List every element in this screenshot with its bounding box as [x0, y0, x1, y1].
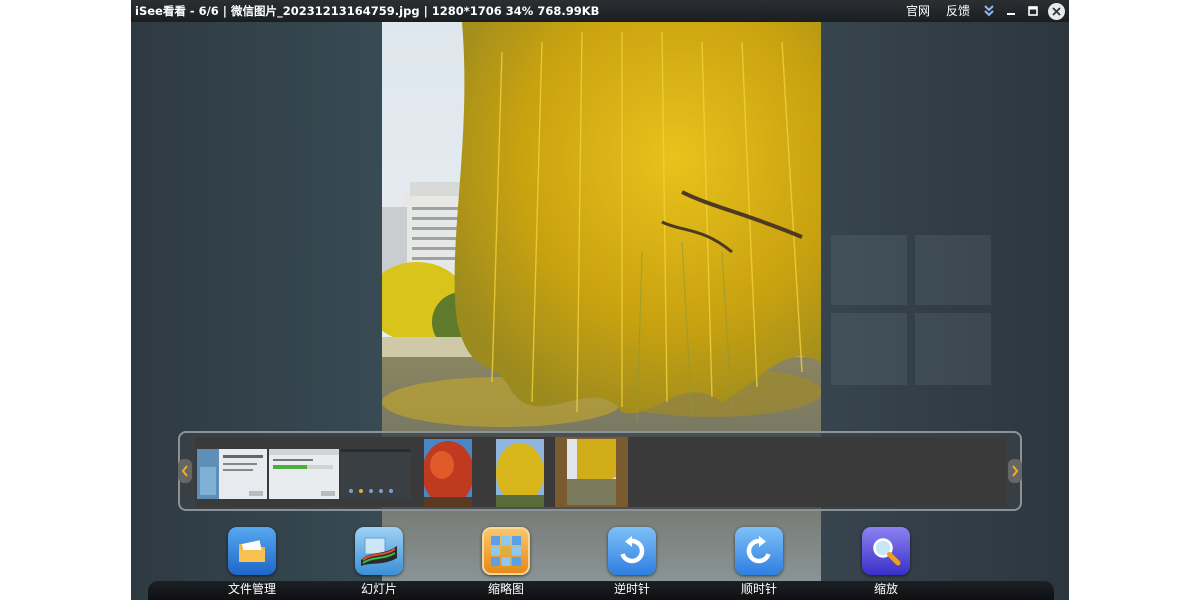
slideshow-label: 幻灯片 — [360, 582, 397, 596]
filmstrip-prev-button[interactable] — [178, 459, 192, 483]
minimize-button[interactable] — [1000, 0, 1022, 22]
thumbnail-image — [197, 449, 267, 499]
filmstrip-next-button[interactable] — [1008, 459, 1022, 483]
rotate-cw-icon — [735, 527, 783, 575]
slideshow-icon — [355, 527, 403, 575]
maximize-icon — [1028, 6, 1038, 16]
thumbnails-icon — [482, 527, 530, 575]
zoom-icon — [862, 527, 910, 575]
zoom-label: 缩放 — [873, 582, 898, 596]
willow-lake-photo — [382, 22, 821, 600]
background-left — [131, 22, 382, 600]
file-manager-button[interactable]: 文件管理 — [212, 527, 292, 597]
thumb-yellow-willow[interactable] — [496, 439, 544, 507]
chevron-right-icon — [1012, 465, 1019, 477]
thumb-willow-lake[interactable] — [555, 437, 628, 507]
close-icon — [1052, 6, 1061, 16]
title-actions: 官网 反馈 — [898, 0, 1069, 22]
thumbnail-view-label: 缩略图 — [487, 582, 524, 596]
app-window: iSee看看 - 6/6 | 微信图片_20231213164759.jpg |… — [131, 0, 1069, 600]
slideshow-button[interactable]: 幻灯片 — [339, 527, 419, 597]
double-chevron-down-icon — [984, 5, 994, 17]
filmstrip-track — [195, 437, 1007, 507]
thumbnail-image — [269, 449, 339, 499]
thumbnail-image — [341, 449, 411, 499]
official-site-link[interactable]: 官网 — [898, 0, 938, 22]
thumbnail-filmstrip — [178, 431, 1022, 511]
maximize-button[interactable] — [1022, 0, 1044, 22]
rotate-cw-label: 顺时针 — [740, 582, 777, 596]
rotate-ccw-button[interactable]: 逆时针 — [592, 527, 672, 597]
thumb-screenshot-1[interactable] — [197, 449, 267, 499]
thumb-screenshot-2[interactable] — [269, 449, 339, 499]
file-manager-label: 文件管理 — [227, 582, 276, 596]
close-button[interactable] — [1048, 2, 1065, 20]
folder-icon — [228, 527, 276, 575]
rotate-ccw-label: 逆时针 — [613, 582, 650, 596]
title-bar[interactable]: iSee看看 - 6/6 | 微信图片_20231213164759.jpg |… — [131, 0, 1069, 22]
rotate-cw-button[interactable]: 顺时针 — [719, 527, 799, 597]
dropdown-button[interactable] — [978, 0, 1000, 22]
minimize-icon — [1007, 13, 1015, 15]
window-title: iSee看看 - 6/6 | 微信图片_20231213164759.jpg |… — [135, 4, 600, 18]
thumb-screenshot-3[interactable] — [341, 449, 411, 499]
thumbnail-view-button[interactable]: 缩略图 — [466, 527, 546, 597]
feedback-link[interactable]: 反馈 — [938, 0, 978, 22]
rotate-ccw-icon — [608, 527, 656, 575]
thumbnail-image — [424, 439, 472, 507]
thumb-red-tree[interactable] — [424, 439, 472, 507]
thumbnail-image — [555, 437, 628, 507]
windows-logo-watermark — [831, 235, 991, 385]
chevron-left-icon — [181, 465, 188, 477]
main-photo[interactable] — [382, 22, 821, 600]
zoom-button[interactable]: 缩放 — [846, 527, 926, 597]
thumbnail-image — [496, 439, 544, 507]
